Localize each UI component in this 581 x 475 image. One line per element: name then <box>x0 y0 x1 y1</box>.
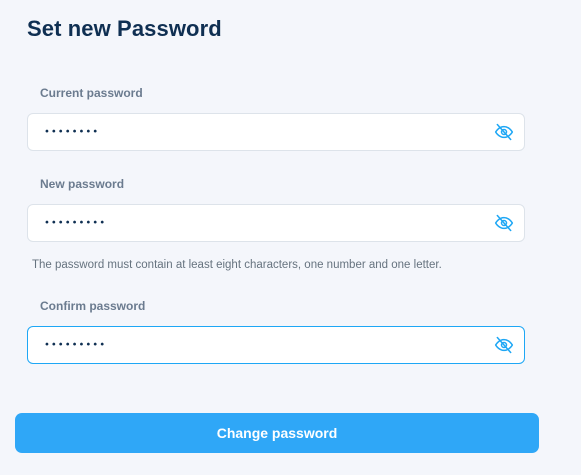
eye-off-icon[interactable] <box>494 335 514 355</box>
current-password-field[interactable]: •••••••• <box>27 113 525 151</box>
confirm-password-field[interactable]: ••••••••• <box>27 326 525 364</box>
current-password-value: •••••••• <box>44 126 100 138</box>
password-requirements-hint: The password must contain at least eight… <box>32 259 442 271</box>
new-password-value: ••••••••• <box>44 217 107 229</box>
new-password-field[interactable]: ••••••••• <box>27 204 525 242</box>
eye-off-icon[interactable] <box>494 213 514 233</box>
confirm-password-value: ••••••••• <box>44 339 107 351</box>
confirm-password-label: Confirm password <box>40 299 146 313</box>
current-password-label: Current password <box>40 86 143 100</box>
change-password-button[interactable]: Change password <box>15 413 539 453</box>
eye-off-icon[interactable] <box>494 122 514 142</box>
page-title: Set new Password <box>27 16 222 41</box>
new-password-label: New password <box>40 177 125 191</box>
